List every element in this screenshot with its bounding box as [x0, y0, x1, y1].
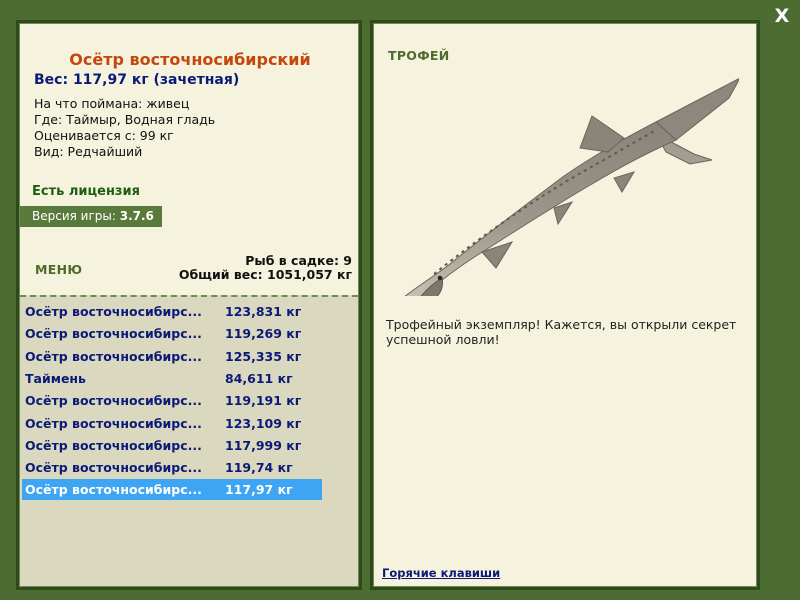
catch-list-item[interactable]: Таймень 84,611 кг [22, 368, 322, 389]
catch-list-item[interactable]: Осётр восточносибирс... 117,999 кг [22, 435, 322, 456]
fish-details: На что поймана: живец Где: Таймыр, Водна… [34, 96, 215, 160]
version-value: 3.7.6 [119, 209, 154, 223]
catch-item-name: Таймень [25, 370, 86, 386]
catch-list-item[interactable]: Осётр восточносибирс... 123,831 кг [22, 301, 322, 322]
location: Где: Таймыр, Водная гладь [34, 112, 216, 127]
version-bar: Версия игры: 3.7.6 [20, 206, 162, 227]
catch-item-name: Осётр восточносибирс... [25, 348, 202, 364]
fish-weight: Вес: 117,97 кг (зачетная) [34, 72, 240, 88]
hotkeys-link[interactable]: Горячие клавиши [382, 566, 500, 580]
catch-item-weight: 123,109 кг [225, 415, 302, 431]
catch-item-weight: 119,191 кг [225, 393, 302, 409]
catch-list-item[interactable]: Осётр восточносибирс... 119,191 кг [22, 390, 322, 411]
license-status: Есть лицензия [32, 184, 140, 199]
catch-item-name: Осётр восточносибирс... [25, 326, 202, 342]
trophy-description: Трофейный экземпляр! Кажется, вы открыли… [386, 317, 737, 347]
catch-list-item[interactable]: Осётр восточносибирс... 117,97 кг [22, 479, 322, 501]
catch-list-item[interactable]: Осётр восточносибирс... 119,74 кг [22, 457, 322, 478]
catch-item-name: Осётр восточносибирс... [25, 304, 202, 319]
catch-item-weight: 117,999 кг [225, 437, 302, 453]
catch-item-weight: 125,335 кг [225, 348, 302, 364]
fish-count: Рыб в садке: 9 [245, 253, 352, 268]
close-button[interactable]: X [772, 6, 792, 26]
caught-on: На что поймана: живец [34, 96, 190, 111]
keepnet-stats: Рыб в садке: 9 Общий вес: 1051,057 кг [179, 254, 352, 282]
total-weight: Общий вес: 1051,057 кг [178, 267, 352, 282]
catch-item-weight: 117,97 кг [225, 482, 293, 498]
catch-item-weight: 84,611 кг [225, 370, 293, 386]
fish-kind: Вид: Редчайший [34, 144, 143, 159]
catch-item-name: Осётр восточносибирс... [25, 415, 202, 431]
catch-item-name: Осётр восточносибирс... [25, 460, 202, 476]
trophy-panel: ТРОФЕЙ Трофейный экземпляр! Кажется, вы … [373, 23, 757, 587]
catch-item-name: Осётр восточносибирс... [25, 393, 202, 409]
menu-button[interactable]: МЕНЮ [35, 262, 82, 277]
catch-list-item[interactable]: Осётр восточносибирс... 125,335 кг [22, 346, 322, 367]
catch-item-weight: 119,269 кг [225, 326, 302, 342]
fish-info-panel: Осётр восточносибирский Вес: 117,97 кг (… [19, 23, 359, 587]
rated-from: Оценивается с: 99 кг [34, 128, 174, 143]
fish-title: Осётр восточносибирский [69, 50, 311, 69]
catch-item-name: Осётр восточносибирс... [25, 482, 202, 498]
catch-item-weight: 119,74 кг [225, 460, 293, 476]
sturgeon-image [404, 77, 739, 296]
version-label: Версия игры: [32, 209, 120, 223]
catch-list-item[interactable]: Осётр восточносибирс... 123,109 кг [22, 413, 322, 434]
catch-list-item[interactable]: Осётр восточносибирс... 119,269 кг [22, 323, 322, 344]
catch-list: Осётр восточносибирс... 123,831 кг Осётр в… [20, 295, 358, 586]
catch-item-weight: 123,831 кг [225, 304, 302, 319]
catch-item-name: Осётр восточносибирс... [25, 437, 202, 453]
